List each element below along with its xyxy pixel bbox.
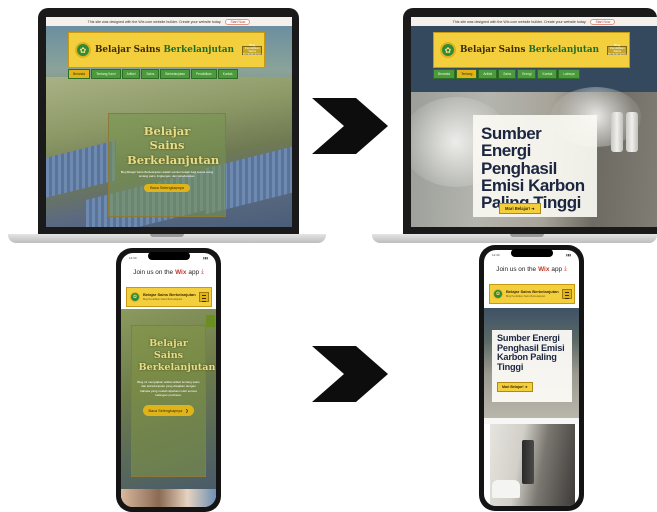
wix-app-banner[interactable]: Join us on the Wix app ⤓: [484, 263, 579, 275]
hero-title: Belajar Sains Berkelanjutan: [127, 124, 220, 167]
nav-item[interactable]: Berkelanjutan: [160, 69, 190, 79]
hero-subtitle: Blog ini menyajikan artikel-artikel tent…: [137, 379, 200, 397]
site-logo-banner[interactable]: ✿ Belajar Sains Berkelanjutan Blog Pendi…: [433, 32, 630, 68]
start-now-button[interactable]: Start Now: [225, 18, 251, 25]
wix-app-banner[interactable]: Join us on the Wix app ⤓: [121, 266, 216, 278]
announcement-text: This site was designed with the Wix.com …: [452, 19, 587, 24]
nav-item[interactable]: Beranda: [433, 69, 456, 79]
nav-item[interactable]: Artikel: [121, 69, 141, 79]
logo-icon: ✿: [75, 42, 91, 58]
menu-icon[interactable]: [199, 292, 209, 302]
status-time: 12:30: [492, 253, 500, 257]
dynamic-island: [510, 249, 553, 257]
menu-icon[interactable]: [562, 289, 572, 299]
nav-item-active[interactable]: Tentang: [456, 69, 478, 79]
announcement-text: This site was designed with the Wix.com …: [87, 19, 222, 24]
hero-panel: Sumber Energi Penghasil Emisi Karbon Pal…: [473, 115, 597, 217]
phone-before: 12:30 ▮▮▮ Join us on the Wix app ⤓ ✿ Bela…: [116, 248, 221, 512]
people-photo: [121, 489, 216, 507]
nav-item-home[interactable]: Beranda: [68, 69, 91, 79]
site-logo-banner[interactable]: ✿ Belajar Sains Berkelanjutan Blog Pendi…: [68, 32, 265, 68]
site-name: Belajar Sains Berkelanjutan: [95, 45, 235, 55]
nav-item[interactable]: Sains: [498, 69, 517, 79]
nav-item[interactable]: Lainnya: [558, 69, 580, 79]
hero-cta-button[interactable]: Mari Belajar! ➜: [499, 203, 541, 214]
laptop-screen: This site was designed with the Wix.com …: [411, 17, 657, 227]
nav-item[interactable]: Pendidikan: [190, 69, 217, 79]
site-tagline: Blog Pendidikan Sains Berkelanjutan: [143, 297, 183, 301]
main-nav: Beranda Tentang Artikel Sains Energi Kon…: [433, 69, 643, 79]
hero-title: Belajar Sains Berkelanjutan: [138, 338, 216, 373]
hero-title: Sumber Energi Penghasil Emisi Karbon Pal…: [481, 124, 585, 213]
chevron-arrow-icon: [312, 346, 388, 402]
nav-item[interactable]: Kontak: [537, 69, 558, 79]
nav-item[interactable]: Kontak: [217, 69, 238, 79]
signal-icon: ▮▮▮: [203, 256, 208, 260]
nav-item[interactable]: Artikel: [478, 69, 498, 79]
nav-item[interactable]: Sains: [141, 69, 160, 79]
main-nav: Beranda Tentang Kami Artikel Sains Berke…: [68, 69, 278, 79]
download-icon[interactable]: ⤓: [201, 269, 204, 276]
hero-subtitle: Blog Belajar Sains Berkelanjutan adalah …: [120, 170, 214, 178]
logo-icon: ✿: [130, 292, 140, 302]
announcement-bar: This site was designed with the Wix.com …: [411, 17, 657, 26]
laptop-screen: This site was designed with the Wix.com …: [46, 17, 292, 227]
phone-screen: 12:30 ▮▮▮ Join us on the Wix app ⤓ ✿ Bela…: [121, 253, 216, 507]
hero-title: Sumber Energi Penghasil Emisi Karbon Pal…: [497, 333, 565, 372]
hero-panel: Belajar Sains Berkelanjutan Blog Belajar…: [108, 113, 226, 217]
chevron-arrow-icon: [312, 98, 388, 154]
dynamic-island: [147, 252, 190, 260]
site-tagline: Blog Pendidikan Sains Berkelanjutan: [506, 294, 546, 298]
phone-after: 12:30 ▮▮▮ Join us on the Wix app ⤓ ✿ Bela…: [479, 245, 584, 511]
nav-item[interactable]: Tentang Kami: [91, 69, 121, 79]
comparison-canvas: This site was designed with the Wix.com …: [0, 0, 657, 512]
start-now-button[interactable]: Start Now: [590, 18, 616, 25]
hero-panel: Belajar Sains Berkelanjutan Blog ini men…: [131, 325, 216, 477]
hero-cta-button[interactable]: Baca Selengkapnya: [144, 184, 190, 193]
signal-icon: ▮▮▮: [566, 253, 571, 257]
status-time: 12:30: [129, 256, 137, 260]
site-tagline: Blog Pendidikan Sains Berkelanjutan: [242, 43, 263, 56]
hero-cta-button[interactable]: Mari Belajar! ➜: [497, 382, 533, 392]
nav-item[interactable]: Energi: [517, 69, 537, 79]
hero-cta-button[interactable]: Baca Selengkapnya ❯: [142, 405, 195, 417]
logo-icon: ✿: [440, 42, 456, 58]
logo-icon: ✿: [493, 289, 503, 299]
announcement-bar: This site was designed with the Wix.com …: [46, 17, 292, 26]
download-icon[interactable]: ⤓: [564, 266, 567, 273]
site-name: Belajar Sains Berkelanjutan: [460, 45, 600, 55]
phone-screen: 12:30 ▮▮▮ Join us on the Wix app ⤓ ✿ Bela…: [484, 250, 579, 506]
site-tagline: Blog Pendidikan Sains Berkelanjutan: [607, 43, 628, 56]
arrow-right-icon: ❯: [185, 409, 189, 414]
